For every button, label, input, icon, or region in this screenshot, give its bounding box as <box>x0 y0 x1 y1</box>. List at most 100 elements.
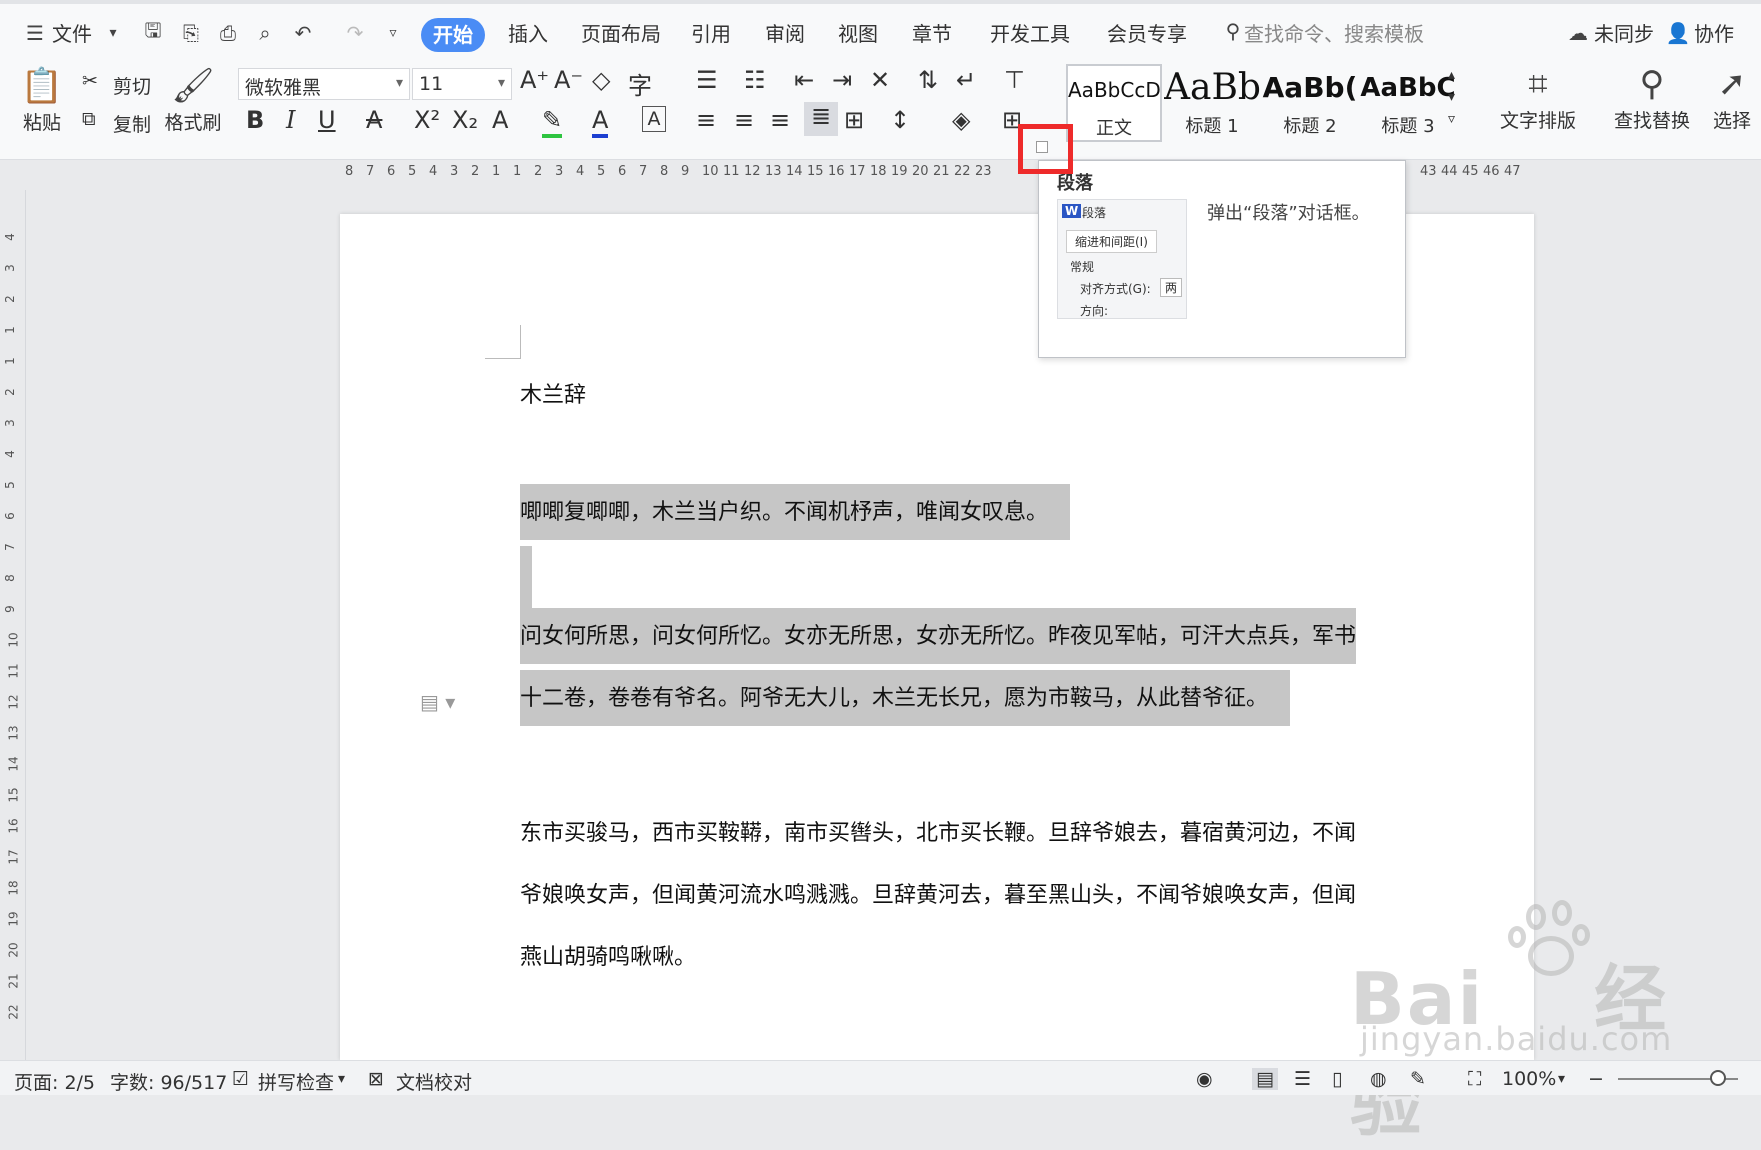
hamburger-menu-icon[interactable]: ☰ <box>20 18 50 48</box>
tab-page-layout[interactable]: 页面布局 <box>581 18 661 47</box>
find-replace-button[interactable]: ⚲ 查找替换 <box>1604 62 1700 133</box>
italic-icon[interactable]: I <box>286 106 295 134</box>
print-preview-icon[interactable]: ⌕ <box>250 18 280 48</box>
strikethrough-icon[interactable]: A <box>366 106 382 134</box>
align-right-icon[interactable]: ≡ <box>770 106 790 134</box>
chevron-down-icon[interactable]: ▾ <box>98 18 128 48</box>
command-search[interactable]: 查找命令、搜索模板 <box>1244 18 1424 47</box>
collaborate-button[interactable]: 协作 <box>1694 18 1734 47</box>
show-marks-icon[interactable]: ↵ <box>956 66 976 94</box>
chevron-down-icon[interactable]: ▾ <box>338 1071 345 1087</box>
ruler-number: 6 <box>387 164 396 179</box>
distributed-icon[interactable]: ⊞ <box>844 106 864 134</box>
page-indicator[interactable]: 页面: 2/5 <box>14 1068 95 1095</box>
styles-scroll-icon[interactable]: ▴ ▾ ▿ <box>1448 64 1455 130</box>
scissors-icon[interactable]: ✂ <box>82 70 98 92</box>
justify-icon[interactable]: ≣ <box>804 102 838 136</box>
zoom-slider-handle[interactable] <box>1710 1070 1726 1086</box>
subscript-icon[interactable]: X₂ <box>452 106 478 134</box>
format-painter-button[interactable]: 🖌 格式刷 <box>160 64 226 135</box>
sync-status[interactable]: 未同步 <box>1594 18 1654 47</box>
phonetic-guide-icon[interactable]: 字 <box>628 66 652 101</box>
bold-icon[interactable]: B <box>246 106 264 134</box>
paragraph-3-line-3[interactable]: 燕山胡骑鸣啾啾。 <box>520 939 696 971</box>
text-effect-icon[interactable]: A <box>492 106 508 134</box>
pen-icon[interactable]: ✎ <box>1410 1068 1426 1090</box>
zoom-out-icon[interactable]: − <box>1588 1068 1604 1090</box>
font-color-icon[interactable]: A <box>592 106 609 138</box>
redo-icon[interactable]: ↷ <box>340 18 370 48</box>
spellcheck-button[interactable]: 拼写检查 <box>258 1068 334 1095</box>
style-heading-2[interactable]: AaBb( 标题 2 <box>1262 64 1358 142</box>
bullets-icon[interactable]: ☰ <box>696 66 718 94</box>
file-menu[interactable]: 文件 <box>52 18 92 47</box>
web-view-icon[interactable]: ◍ <box>1370 1068 1387 1090</box>
shrink-font-icon[interactable]: A⁻ <box>554 66 583 94</box>
spellcheck-icon[interactable]: ☑ <box>232 1068 249 1090</box>
chevron-down-icon[interactable]: ▾ <box>1558 1071 1565 1087</box>
cut-button[interactable]: 剪切 <box>113 72 151 99</box>
grow-font-icon[interactable]: A⁺ <box>520 66 549 94</box>
paragraph-1[interactable]: 唧唧复唧唧，木兰当户织。不闻机杼声，唯闻女叹息。 <box>520 484 1071 540</box>
superscript-icon[interactable]: X² <box>414 106 440 134</box>
save-icon[interactable]: 🖫 <box>138 18 168 48</box>
tab-review[interactable]: 审阅 <box>765 18 805 47</box>
paste-button[interactable]: 📋 粘贴 <box>18 64 66 135</box>
vertical-ruler[interactable]: 4 3 2 1 1 2 3 4 5 6 7 8 9 10 11 12 13 14 15 16 17 18 19 20 21 22 <box>0 190 26 1060</box>
proofread-icon[interactable]: ⊠ <box>368 1068 384 1090</box>
print-icon[interactable]: ⎙ <box>213 18 243 48</box>
char-border-icon[interactable]: A <box>642 106 666 132</box>
tab-developer[interactable]: 开发工具 <box>990 18 1070 47</box>
tab-insert[interactable]: 插入 <box>508 18 548 47</box>
tab-view[interactable]: 视图 <box>838 18 878 47</box>
font-size-select[interactable]: 11 <box>412 68 512 100</box>
export-pdf-icon[interactable]: ⎘ <box>176 18 206 48</box>
page-corner-mark <box>485 325 521 359</box>
tab-references[interactable]: 引用 <box>691 18 731 47</box>
zoom-level[interactable]: 100% <box>1502 1068 1556 1090</box>
select-button[interactable]: ➚ 选择 <box>1706 62 1758 133</box>
style-heading-1[interactable]: AaBb 标题 1 <box>1164 64 1260 142</box>
text-layout-button[interactable]: ⌗ 文字排版 <box>1490 62 1586 133</box>
style-normal[interactable]: AaBbCcDd 正文 <box>1066 64 1162 142</box>
ruler-number: 1 <box>2 326 17 334</box>
collaborate-icon[interactable]: 👤 <box>1663 18 1693 48</box>
eye-protection-icon[interactable]: ◉ <box>1196 1068 1213 1090</box>
decrease-indent-icon[interactable]: ⇤ <box>794 66 814 94</box>
cloud-sync-icon[interactable]: ☁ <box>1563 18 1593 48</box>
page-view-icon[interactable]: ▤ <box>1252 1068 1278 1090</box>
word-count[interactable]: 字数: 96/517 <box>110 1068 227 1095</box>
align-left-icon[interactable]: ≡ <box>696 106 716 134</box>
paragraph-layout-icon[interactable]: ▤ ▾ <box>420 690 455 714</box>
horizontal-ruler[interactable]: 8 7 6 5 4 3 2 1 1 2 3 4 5 6 7 8 9 10 11 12 13 14 15 16 17 18 19 20 2… <box>0 160 1761 186</box>
highlight-icon[interactable]: ✎ <box>542 106 563 138</box>
proofread-button[interactable]: 文档校对 <box>396 1068 472 1095</box>
shading-icon[interactable]: ◈ <box>952 106 970 134</box>
sort-icon[interactable]: ⇅ <box>918 66 938 94</box>
align-center-icon[interactable]: ≡ <box>734 106 754 134</box>
paragraph-3-line-1[interactable]: 东市买骏马，西市买鞍鞯，南市买辔头，北市买长鞭。旦辞爷娘去，暮宿黄河边，不闻 <box>520 815 1356 847</box>
copy-icon[interactable]: ⧉ <box>82 108 96 130</box>
line-spacing-icon[interactable]: ↕ <box>890 106 910 134</box>
reading-view-icon[interactable]: ▯ <box>1332 1068 1342 1090</box>
chinese-layout-icon[interactable]: ✕ <box>870 66 890 94</box>
paragraph-3-line-2[interactable]: 爷娘唤女声，但闻黄河流水鸣溅溅。旦辞黄河去，暮至黑山头，不闻爷娘唤女声，但闻 <box>520 877 1356 909</box>
clear-format-icon[interactable]: ◇ <box>592 66 610 94</box>
paragraph-2-line-2[interactable]: 十二卷，卷卷有爷名。阿爷无大儿，木兰无长兄，愿为市鞍马，从此替爷征。 <box>520 670 1291 726</box>
undo-icon[interactable]: ↶ <box>288 18 318 48</box>
fit-page-icon[interactable]: ⛶ <box>1468 1068 1481 1090</box>
document-title[interactable]: 木兰辞 <box>520 377 586 409</box>
paragraph-2-line-1[interactable]: 问女何所思，问女何所忆。女亦无所思，女亦无所忆。昨夜见军帖，可汗大点兵，军书 <box>520 608 1357 664</box>
outline-view-icon[interactable]: ☰ <box>1294 1068 1311 1090</box>
customize-toolbar-icon[interactable]: ▿ <box>378 18 408 48</box>
tab-member[interactable]: 会员专享 <box>1107 18 1187 47</box>
tab-home[interactable]: 开始 <box>421 18 485 52</box>
tab-chapter[interactable]: 章节 <box>912 18 952 47</box>
copy-button[interactable]: 复制 <box>113 110 151 137</box>
style-heading-3[interactable]: AaBbC 标题 3 <box>1360 64 1456 142</box>
increase-indent-icon[interactable]: ⇥ <box>832 66 852 94</box>
font-name-select[interactable]: 微软雅黑 <box>238 68 410 100</box>
underline-icon[interactable]: U <box>318 106 336 134</box>
tab-stops-icon[interactable]: ⊤ <box>1004 66 1025 94</box>
numbering-icon[interactable]: ☷ <box>744 66 766 94</box>
